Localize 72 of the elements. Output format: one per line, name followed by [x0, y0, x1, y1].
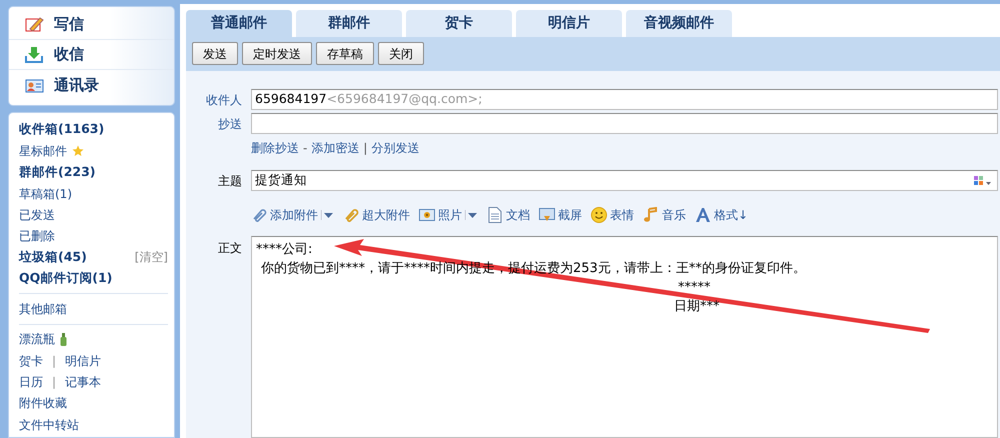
cc-link[interactable]: 分别发送 [371, 139, 420, 157]
separator: | [52, 374, 56, 391]
music-note-icon [643, 207, 659, 223]
recipient-name: 659684197 [255, 90, 327, 108]
folder-link[interactable]: QQ邮件订阅(1) [19, 269, 112, 288]
body-text: 日期*** [674, 299, 720, 314]
photo-icon [419, 207, 435, 223]
toolbar-tool[interactable]: 格式↓ [695, 206, 748, 224]
toolbar-button[interactable]: 关闭 [378, 42, 424, 65]
smiley-icon [591, 207, 607, 223]
folder-link[interactable]: 已发送 [19, 206, 55, 224]
folder-link[interactable]: 草稿箱(1) [19, 184, 72, 203]
paperclip-icon [251, 207, 267, 223]
folder-link[interactable]: 漂流瓶 [19, 330, 55, 348]
folder-link[interactable]: 群邮件(223) [19, 162, 96, 182]
cc-link[interactable]: 添加密送 [311, 139, 360, 157]
folder-link[interactable]: 其他邮箱 [19, 300, 67, 318]
dropdown-caret-icon[interactable] [465, 210, 478, 220]
cc-link[interactable]: 删除抄送 [251, 139, 299, 157]
paperclip-icon [343, 207, 359, 223]
separator: | [363, 140, 368, 157]
body-text: ****公司: [256, 242, 312, 257]
separator: - [303, 140, 308, 157]
folder-link[interactable]: 已删除 [19, 227, 55, 246]
toolbar-button[interactable]: 定时发送 [242, 42, 312, 65]
tab[interactable]: 贺卡 [406, 10, 512, 37]
toolbar-tool[interactable]: 文档 [487, 206, 530, 224]
field-label: 主题 [217, 172, 243, 190]
tab[interactable]: 普通邮件 [186, 10, 292, 37]
dropdown-caret-icon[interactable] [321, 210, 334, 220]
star-icon [72, 144, 84, 157]
toolbar-tool[interactable]: 超大附件 [343, 206, 410, 224]
recipient-address: <659684197@qq.com>; [326, 90, 482, 108]
folder-link[interactable]: 附件收藏 [19, 394, 67, 412]
toolbar-button[interactable]: 发送 [192, 42, 238, 65]
folder-link[interactable]: 星标邮件 [19, 142, 67, 160]
sidebar-action[interactable]: 通讯录 [54, 74, 99, 96]
tab[interactable]: 音视频邮件 [626, 10, 732, 37]
tab[interactable]: 群邮件 [296, 10, 402, 37]
field-label: 收件人 [205, 92, 243, 108]
recipient-field[interactable]: 659684197<659684197@qq.com>; [251, 89, 998, 110]
folder-link[interactable]: 文件中转站 [19, 416, 79, 434]
toolbar-button[interactable]: 存草稿 [316, 42, 374, 65]
field-label: 正文 [217, 240, 243, 257]
tab[interactable]: 明信片 [516, 10, 622, 37]
sidebar-link[interactable]: 记事本 [65, 372, 102, 391]
folder-link[interactable]: 垃圾箱(45) [19, 248, 87, 267]
color-grid-icon [974, 176, 992, 186]
cc-field[interactable] [251, 113, 998, 134]
document-icon [487, 207, 503, 223]
subject-field[interactable]: 提货通知 [251, 170, 998, 191]
separator: | [52, 352, 56, 370]
toolbar-tool[interactable]: 添加附件 [251, 206, 334, 224]
field-label: 抄送 [217, 116, 243, 132]
sidebar-link[interactable]: 贺卡 [19, 352, 43, 370]
subject-text: 提货通知 [255, 171, 307, 190]
sidebar-action[interactable]: 收信 [54, 43, 84, 66]
screenshot-icon [539, 207, 555, 223]
toolbar-tool[interactable]: 表情 [591, 206, 634, 224]
sidebar-action[interactable]: 写信 [54, 13, 84, 36]
letter-a-icon [695, 207, 711, 223]
sidebar-link[interactable]: 日历 [19, 372, 43, 391]
contact-card-icon [25, 76, 44, 94]
toolbar-tool[interactable]: 音乐 [643, 206, 686, 224]
toolbar-tool[interactable]: 截屏 [539, 206, 582, 224]
folder-link[interactable]: 收件箱(1163) [19, 120, 104, 140]
body-text: ***** [678, 280, 710, 295]
download-tray-icon [25, 46, 44, 63]
sidebar-link[interactable]: 明信片 [65, 352, 102, 370]
pencil-icon [25, 16, 44, 33]
toolbar-tool[interactable]: 照片 [419, 206, 478, 224]
bottle-icon [60, 332, 67, 346]
